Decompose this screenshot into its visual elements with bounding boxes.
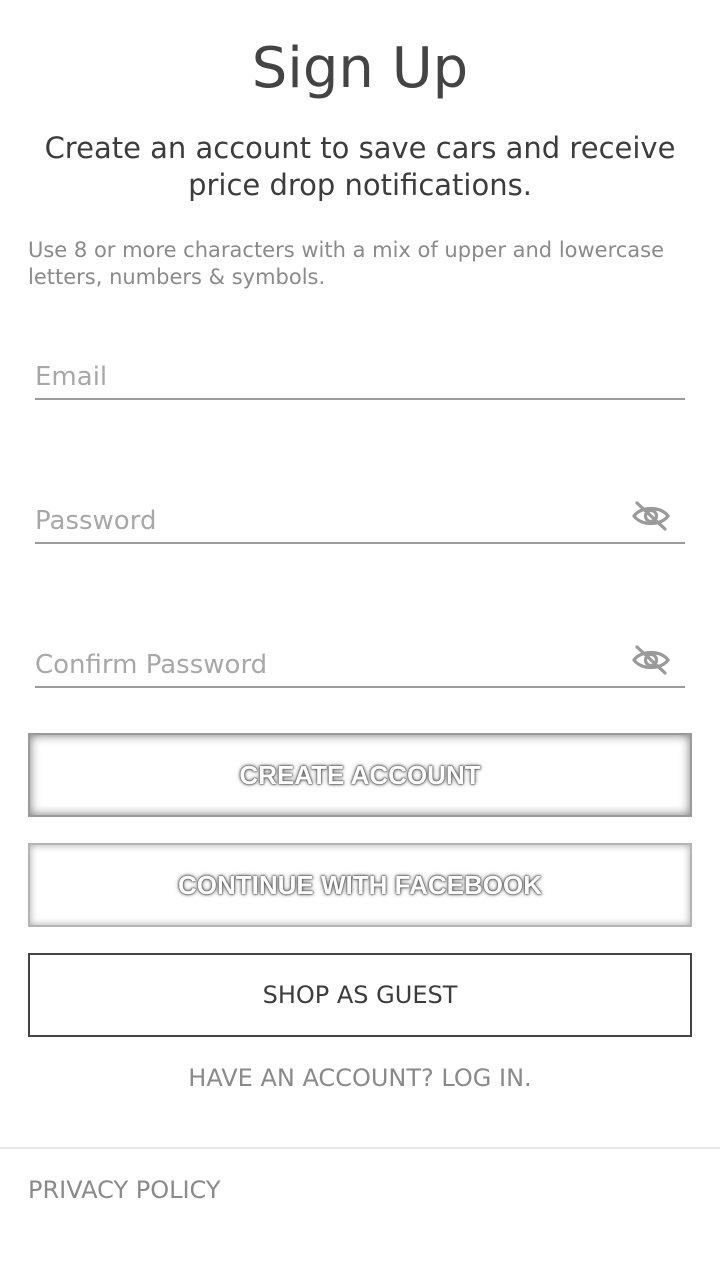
password-hint: Use 8 or more characters with a mix of u… [28,238,665,289]
confirm-password-input[interactable] [35,650,615,680]
email-field[interactable] [35,346,685,400]
password-field[interactable] [35,490,685,544]
confirm-password-field[interactable] [35,634,685,688]
eye-off-icon[interactable] [631,500,671,532]
shop-as-guest-button[interactable]: SHOP AS GUEST [28,953,692,1037]
login-link[interactable]: HAVE AN ACCOUNT? LOG IN. [0,1064,720,1092]
email-input[interactable] [35,362,615,392]
page-subtitle: Create an account to save cars and recei… [44,131,676,202]
password-input[interactable] [35,506,615,536]
page-title: Sign Up [251,36,469,101]
footer-divider [0,1147,720,1149]
eye-off-icon[interactable] [631,644,671,676]
create-account-button[interactable]: CREATE ACCOUNT [28,733,692,817]
continue-with-facebook-button[interactable]: CONTINUE WITH FACEBOOK [28,843,692,927]
privacy-policy-link[interactable]: PRIVACY POLICY [28,1176,221,1204]
